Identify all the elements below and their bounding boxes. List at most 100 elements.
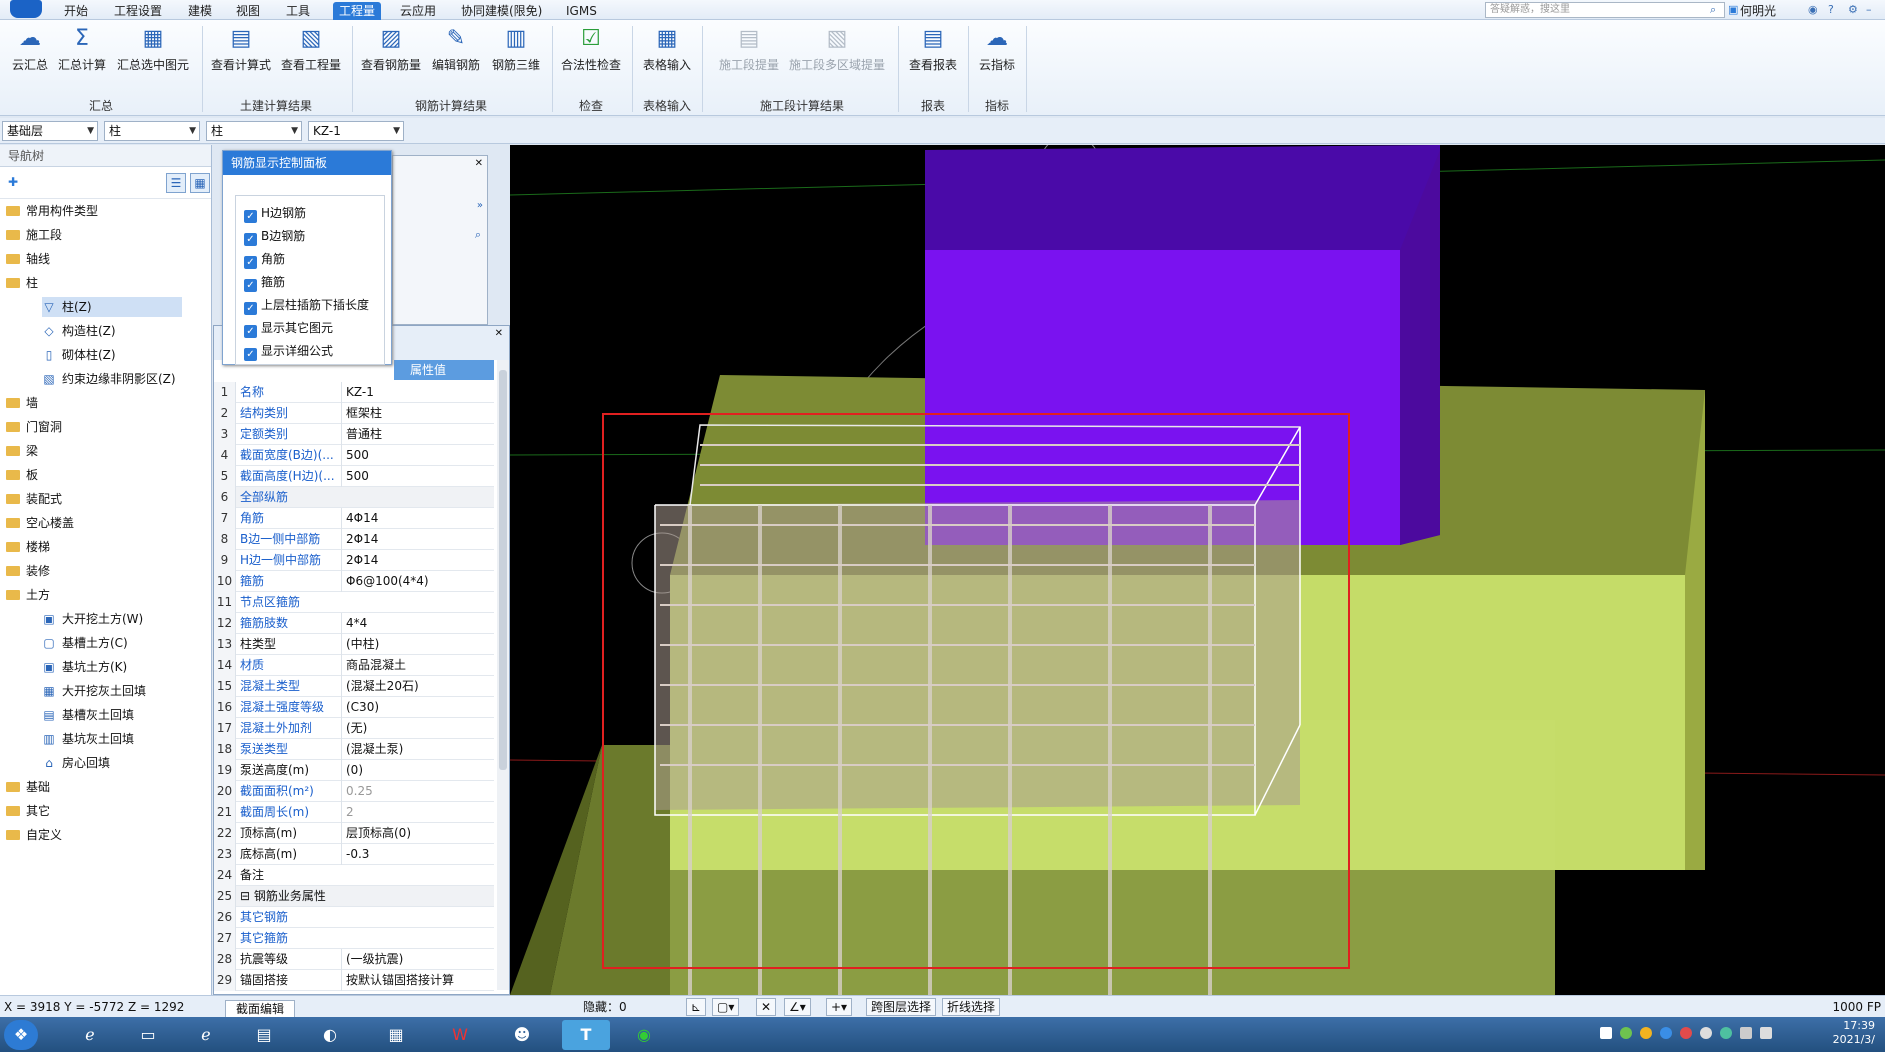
nav-child-item[interactable]: ▢ 基槽土方(C) xyxy=(42,633,200,653)
property-row[interactable]: 28 抗震等级 (一级抗震) xyxy=(214,949,494,970)
property-value[interactable]: 按默认锚固搭接计算 xyxy=(341,970,491,991)
menu-tab[interactable]: 建模 xyxy=(182,2,218,20)
tray-icon[interactable] xyxy=(1640,1027,1652,1039)
rebar-3d-button[interactable]: ▥ 钢筋三维 xyxy=(488,24,544,73)
view-report-button[interactable]: ▤ 查看报表 xyxy=(904,24,962,73)
chat-icon[interactable]: ◉ xyxy=(1808,3,1818,16)
calculator-icon[interactable]: ▦ xyxy=(372,1020,420,1050)
property-row[interactable]: 13 柱类型 (中柱) xyxy=(214,634,494,655)
summary-selected-button[interactable]: ▦ 汇总选中图元 xyxy=(112,24,194,73)
rebar-option-checkbox[interactable]: ✓ 显示详细公式 xyxy=(244,342,333,361)
checkbox-checked-icon[interactable]: ✓ xyxy=(244,233,257,246)
nav-folder-item[interactable]: 常用构件类型 xyxy=(6,201,200,221)
rebar-option-checkbox[interactable]: ✓ H边钢筋 xyxy=(244,204,306,223)
property-value[interactable]: (C30) xyxy=(341,697,491,718)
property-value[interactable]: 4Φ14 xyxy=(341,508,491,529)
checkbox-checked-icon[interactable]: ✓ xyxy=(244,256,257,269)
checkbox-checked-icon[interactable]: ✓ xyxy=(244,302,257,315)
property-row[interactable]: 4 截面宽度(B边)(... 500 xyxy=(214,445,494,466)
start-icon[interactable]: ❖ xyxy=(4,1020,38,1050)
nav-folder-item[interactable]: 基础 xyxy=(6,777,200,797)
column-block[interactable] xyxy=(925,250,1400,545)
nav-child-item[interactable]: ▤ 基槽灰土回填 xyxy=(42,705,200,725)
property-value[interactable]: 500 xyxy=(341,466,491,487)
segment-multi-area-button[interactable]: ▧ 施工段多区域提量 xyxy=(786,24,888,73)
property-row[interactable]: 1 名称 KZ-1 xyxy=(214,382,494,403)
menu-tab[interactable]: 工程设置 xyxy=(108,2,168,20)
checkbox-checked-icon[interactable]: ✓ xyxy=(244,279,257,292)
menu-tab[interactable]: 云应用 xyxy=(394,2,442,20)
property-row[interactable]: 9 H边一侧中部筋 2Φ14 xyxy=(214,550,494,571)
nav-folder-item[interactable]: 装配式 xyxy=(6,489,200,509)
nav-child-item[interactable]: ▯ 砌体柱(Z) xyxy=(42,345,200,365)
nav-child-item[interactable]: ▣ 基坑土方(K) xyxy=(42,657,200,677)
close-icon[interactable]: ✕ xyxy=(475,158,483,169)
category-select[interactable]: 柱 ▼ xyxy=(104,121,200,141)
search-input[interactable]: 答疑解惑，搜这里 xyxy=(1485,2,1725,18)
property-value[interactable]: 0.25 xyxy=(341,781,491,802)
panda-icon[interactable]: ☻ xyxy=(498,1020,546,1050)
property-row[interactable]: 12 箍筋肢数 4*4 xyxy=(214,613,494,634)
rebar-option-checkbox[interactable]: ✓ 箍筋 xyxy=(244,273,285,292)
help-icon[interactable]: ? xyxy=(1828,3,1834,16)
property-row[interactable]: 17 混凝土外加剂 (无) xyxy=(214,718,494,739)
grid-view-icon[interactable]: ▦ xyxy=(190,173,210,193)
nav-folder-item[interactable]: 楼梯 xyxy=(6,537,200,557)
property-row[interactable]: 25 ⊟ 钢筋业务属性 xyxy=(214,886,494,907)
tray-icon[interactable] xyxy=(1680,1027,1692,1039)
property-value[interactable]: 2Φ14 xyxy=(341,550,491,571)
checkbox-checked-icon[interactable]: ✓ xyxy=(244,325,257,338)
3d-viewport[interactable] xyxy=(510,145,1885,995)
wechat-icon[interactable]: ◉ xyxy=(620,1020,668,1050)
app-logo[interactable] xyxy=(10,0,42,18)
nav-child-item[interactable]: ▧ 约束边缘非阴影区(Z) xyxy=(42,369,200,389)
rebar-option-checkbox[interactable]: ✓ B边钢筋 xyxy=(244,227,305,246)
tray-icon[interactable] xyxy=(1660,1027,1672,1039)
clock[interactable]: 17:39 2021/3/ xyxy=(1833,1019,1875,1047)
nav-child-item[interactable]: ▽ 柱(Z) xyxy=(42,297,182,317)
property-value[interactable]: 2Φ14 xyxy=(341,529,491,550)
property-row[interactable]: 18 泵送类型 (混凝土泵) xyxy=(214,739,494,760)
property-row[interactable]: 20 截面面积(m²) 0.25 xyxy=(214,781,494,802)
cross-layer-select-button[interactable]: 跨图层选择 xyxy=(866,998,937,1016)
ime-icon[interactable] xyxy=(1600,1027,1612,1039)
menu-tab[interactable]: 协同建模(限免) xyxy=(455,2,548,20)
ie-icon[interactable]: ℯ xyxy=(66,1020,114,1050)
wps-icon[interactable]: W xyxy=(436,1020,484,1050)
nav-child-item[interactable]: ▦ 大开挖灰土回填 xyxy=(42,681,200,701)
3d-scene[interactable] xyxy=(510,145,1885,995)
nav-folder-item[interactable]: 空心楼盖 xyxy=(6,513,200,533)
network-icon[interactable] xyxy=(1740,1027,1752,1039)
user-name[interactable]: 何明光 xyxy=(1740,2,1776,19)
menu-tab[interactable]: 开始 xyxy=(58,2,94,20)
search-icon[interactable]: ⌕ xyxy=(1710,3,1716,17)
list-view-icon[interactable]: ☰ xyxy=(166,173,186,193)
property-row[interactable]: 3 定额类别 普通柱 xyxy=(214,424,494,445)
property-value[interactable]: 2 xyxy=(341,802,491,823)
volume-icon[interactable] xyxy=(1760,1027,1772,1039)
scroll-thumb[interactable] xyxy=(499,370,507,770)
polyline-select-button[interactable]: 折线选择 xyxy=(942,998,1001,1016)
app-icon[interactable]: ◐ xyxy=(306,1020,354,1050)
angle-icon[interactable]: ∠▾ xyxy=(784,998,811,1016)
nav-folder-item[interactable]: 柱 xyxy=(6,273,200,293)
view-formula-button[interactable]: ▤ 查看计算式 xyxy=(208,24,274,73)
legality-check-button[interactable]: ☑ 合法性检查 xyxy=(556,24,626,73)
menu-tab[interactable]: 工具 xyxy=(280,2,316,20)
property-row[interactable]: 22 顶标高(m) 层顶标高(0) xyxy=(214,823,494,844)
property-value[interactable]: KZ-1 xyxy=(341,382,491,403)
cloud-index-button[interactable]: ☁ 云指标 xyxy=(972,24,1022,73)
cross-icon[interactable]: ✕ xyxy=(756,998,777,1016)
property-value[interactable]: (一级抗震) xyxy=(341,949,491,970)
rebar-option-checkbox[interactable]: ✓ 上层柱插筋下插长度 xyxy=(244,296,369,315)
property-row[interactable]: 14 材质 商品混凝土 xyxy=(214,655,494,676)
property-row[interactable]: 23 底标高(m) -0.3 xyxy=(214,844,494,865)
expand-icon[interactable]: » xyxy=(477,200,483,211)
ortho-icon[interactable]: ⊾ xyxy=(686,998,707,1016)
cloud-summary-button[interactable]: ☁ 云汇总 xyxy=(8,24,52,73)
property-value[interactable]: 4*4 xyxy=(341,613,491,634)
property-row[interactable]: 2 结构类别 框架柱 xyxy=(214,403,494,424)
menu-tab[interactable]: 工程量 xyxy=(333,2,382,20)
menu-tab[interactable]: 视图 xyxy=(230,2,266,20)
property-row[interactable]: 5 截面高度(H边)(... 500 xyxy=(214,466,494,487)
